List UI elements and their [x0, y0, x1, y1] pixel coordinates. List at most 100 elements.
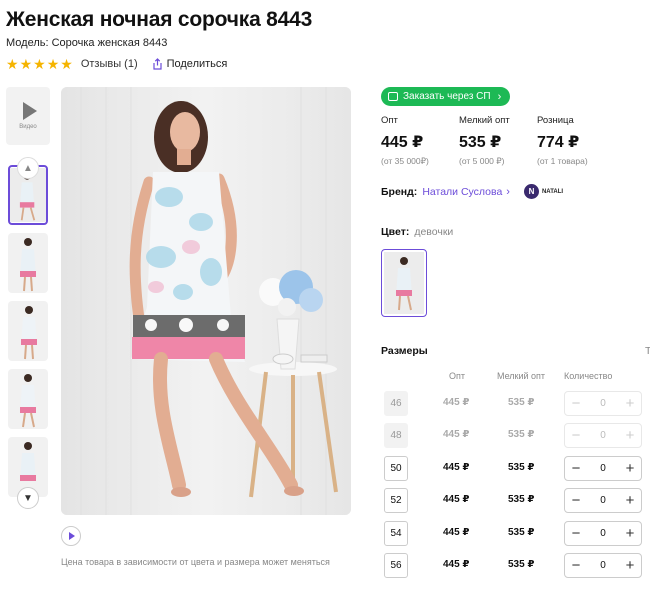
product-model: Модель: Сорочка женская 8443	[6, 37, 168, 49]
sizes-table-toggle[interactable]: Т	[645, 345, 650, 357]
size-row-52: 52 445 ₽ 535 ₽ − 0 +	[384, 488, 646, 513]
size-button: 46	[384, 391, 408, 416]
price-tier-value: 445 ₽	[381, 134, 424, 151]
quantity-value: 0	[600, 398, 606, 409]
thumbnail-image	[8, 233, 48, 293]
size-price-small-opt: 535 ₽	[508, 559, 535, 570]
size-price-small-opt: 535 ₽	[508, 429, 535, 440]
thumbnail-image	[8, 301, 48, 361]
shopping-bag-icon	[388, 92, 398, 101]
price-tier-condition: (от 1 товара)	[537, 156, 588, 166]
color-value: девочки	[414, 226, 454, 238]
share-button[interactable]: Поделиться	[152, 58, 228, 70]
sizes-title: Размеры	[381, 345, 428, 357]
size-row-50: 50 445 ₽ 535 ₽ − 0 +	[384, 456, 646, 481]
minus-icon[interactable]: −	[570, 558, 582, 573]
video-thumbnail[interactable]: Видео	[6, 87, 50, 145]
order-via-sp-button[interactable]: Заказать через СП ›	[381, 87, 511, 106]
star-icon: ★	[19, 56, 33, 72]
quantity-value[interactable]: 0	[600, 495, 606, 506]
thumbnail-4[interactable]	[8, 369, 48, 429]
price-tier-value: 774 ₽	[537, 134, 580, 151]
quantity-stepper: − 0 +	[564, 456, 642, 481]
rating-row: ★ ★ ★ ★ ★ Отзывы (1) Поделиться	[6, 57, 227, 71]
thumbnail-strip: Видео ▲ ▼	[6, 87, 50, 509]
product-title: Женская ночная сорочка 8443	[6, 8, 313, 31]
sizes-header-quantity: Количество	[564, 371, 613, 381]
brand-link[interactable]: Натали Суслова	[422, 186, 502, 198]
price-tier-condition: (от 35 000₽)	[381, 156, 429, 166]
minus-icon[interactable]: −	[570, 461, 582, 476]
plus-icon[interactable]: +	[624, 493, 636, 508]
quantity-value: 0	[600, 430, 606, 441]
thumbs-down-arrow-icon[interactable]: ▼	[17, 487, 39, 509]
share-icon	[153, 58, 162, 70]
star-icon: ★	[33, 56, 46, 72]
price-tier-retail: Розница 774 ₽ (от 1 товара)	[537, 115, 615, 167]
quantity-value[interactable]: 0	[600, 463, 606, 474]
minus-icon: −	[571, 395, 581, 412]
thumbs-up-arrow-icon[interactable]: ▲	[17, 157, 39, 179]
minus-icon: −	[571, 427, 581, 444]
brand-logo-icon: N	[523, 184, 539, 199]
color-swatch[interactable]	[381, 249, 427, 317]
size-row-48: 48 445 ₽ 535 ₽ − 0 +	[384, 423, 646, 448]
minus-icon[interactable]: −	[570, 493, 582, 508]
share-label: Поделиться	[166, 58, 228, 70]
quantity-stepper: − 0 +	[564, 423, 642, 448]
video-label: Видео	[19, 124, 37, 130]
size-price-opt: 445 ₽	[443, 527, 470, 538]
color-swatch-image	[384, 252, 424, 314]
plus-icon[interactable]: +	[624, 558, 636, 573]
quantity-value[interactable]: 0	[600, 560, 606, 571]
thumbnail-2[interactable]	[8, 233, 48, 293]
price-tier-condition: (от 5 000 ₽)	[459, 156, 505, 166]
chevron-right-icon: ›	[506, 185, 510, 198]
price-tier-small-wholesale: Мелкий опт 535 ₽ (от 5 000 ₽)	[459, 115, 537, 167]
size-price-small-opt: 535 ₽	[508, 462, 535, 473]
reviews-link[interactable]: Отзывы (1)	[81, 58, 138, 70]
brand-logo-text: NATALI	[541, 188, 564, 195]
quantity-stepper: − 0 +	[564, 391, 642, 416]
play-icon	[69, 532, 75, 540]
size-price-opt: 445 ₽	[443, 429, 470, 440]
size-row-56: 56 445 ₽ 535 ₽ − 0 +	[384, 553, 646, 578]
minus-icon[interactable]: −	[570, 526, 582, 541]
quantity-stepper: − 0 +	[564, 488, 642, 513]
size-button: 48	[384, 423, 408, 448]
color-row: Цвет: девочки	[381, 226, 453, 238]
size-button[interactable]: 50	[384, 456, 408, 481]
star-icon: ★	[6, 56, 19, 72]
star-icon: ★	[60, 56, 73, 72]
plus-icon[interactable]: +	[624, 461, 636, 476]
size-price-small-opt: 535 ₽	[508, 527, 535, 538]
size-button[interactable]: 56	[384, 553, 408, 578]
price-tier-label: Мелкий опт	[459, 115, 510, 126]
sizes-header-small-opt: Мелкий опт	[497, 371, 546, 381]
price-tier-label: Розница	[537, 115, 574, 126]
product-photo	[61, 87, 351, 515]
color-label: Цвет:	[381, 226, 410, 238]
size-button[interactable]: 54	[384, 521, 408, 546]
brand-logo[interactable]: N NATALI	[523, 184, 564, 199]
price-tier-label: Опт	[381, 115, 398, 126]
thumbnail-3[interactable]	[8, 301, 48, 361]
chevron-right-icon: ›	[497, 90, 502, 103]
price-tiers: Опт 445 ₽ (от 35 000₽) Мелкий опт 535 ₽ …	[381, 115, 615, 167]
plus-icon[interactable]: +	[624, 526, 636, 541]
price-note: Цена товара в зависимости от цвета и раз…	[61, 557, 330, 567]
size-price-small-opt: 535 ₽	[508, 494, 535, 505]
size-row-46: 46 445 ₽ 535 ₽ − 0 +	[384, 391, 646, 416]
brand-label: Бренд:	[381, 185, 418, 198]
video-play-button[interactable]	[61, 526, 81, 546]
size-price-small-opt: 535 ₽	[508, 397, 535, 408]
play-icon	[22, 102, 37, 120]
plus-icon: +	[625, 427, 635, 444]
size-button[interactable]: 52	[384, 488, 408, 513]
thumbnail-image	[8, 369, 48, 429]
price-tier-wholesale: Опт 445 ₽ (от 35 000₽)	[381, 115, 459, 167]
quantity-value[interactable]: 0	[600, 528, 606, 539]
main-product-image[interactable]	[61, 87, 351, 515]
size-price-opt: 445 ₽	[443, 494, 470, 505]
price-tier-value: 535 ₽	[459, 134, 502, 151]
